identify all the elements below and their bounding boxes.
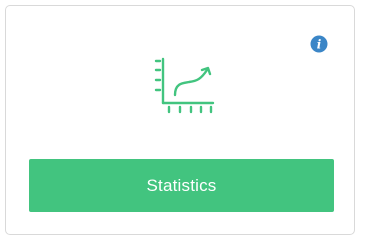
statistics-button[interactable]: Statistics	[29, 159, 334, 212]
info-icon[interactable]: i	[310, 35, 328, 53]
statistics-button-label: Statistics	[146, 175, 217, 195]
line-chart-trend-up-icon	[151, 57, 219, 121]
info-glyph: i	[317, 38, 322, 52]
statistics-card: i Statistics	[5, 5, 355, 235]
